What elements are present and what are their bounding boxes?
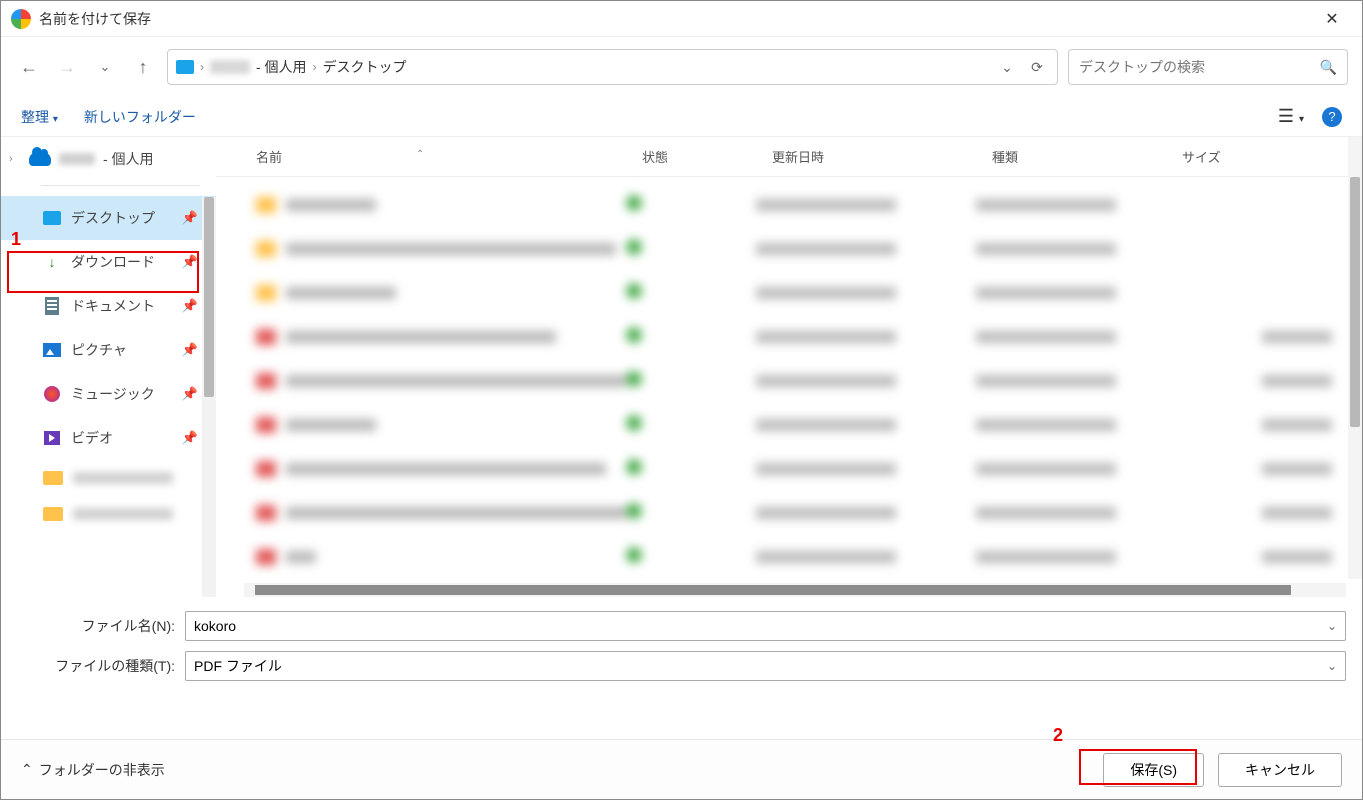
breadcrumb[interactable]: › - 個人用 › デスクトップ ⌄ ⟳ xyxy=(167,49,1058,85)
sidebar-label-videos: ビデオ xyxy=(71,428,113,448)
filetype-label: ファイルの種類(T): xyxy=(17,656,175,676)
horizontal-scrollbar[interactable] xyxy=(244,583,1346,597)
sidebar-label-pictures: ピクチャ xyxy=(71,340,127,360)
file-row[interactable] xyxy=(216,183,1362,227)
sort-icon: ⌃ xyxy=(416,149,424,160)
file-row[interactable] xyxy=(216,315,1362,359)
chevron-up-icon: ⌃ xyxy=(21,761,33,778)
sidebar-item-videos[interactable]: ビデオ 📌 xyxy=(1,416,216,460)
folder-icon xyxy=(43,471,63,485)
search-box[interactable]: 🔍 xyxy=(1068,49,1348,85)
picture-icon xyxy=(43,343,61,357)
pin-icon[interactable]: 📌 xyxy=(182,298,198,314)
close-button[interactable]: ✕ xyxy=(1312,9,1352,29)
file-row[interactable] xyxy=(216,403,1362,447)
sidebar-item-documents[interactable]: ドキュメント 📌 xyxy=(1,284,216,328)
toolbar: 整理 ▾ 新しいフォルダー ☰ ▾ ? xyxy=(1,97,1362,137)
folder-icon xyxy=(43,507,63,521)
organize-button[interactable]: 整理 ▾ xyxy=(21,107,58,127)
col-date[interactable]: 更新日時 xyxy=(756,147,976,166)
desktop-icon xyxy=(43,211,61,225)
music-icon xyxy=(44,386,60,402)
forward-button[interactable]: → xyxy=(53,53,81,81)
sidebar-item-downloads[interactable]: ↓ ダウンロード 📌 xyxy=(1,240,216,284)
pin-icon[interactable]: 📌 xyxy=(182,430,198,446)
file-row[interactable] xyxy=(216,271,1362,315)
chevron-right-icon[interactable]: › xyxy=(9,153,21,165)
sidebar-item-pictures[interactable]: ピクチャ 📌 xyxy=(1,328,216,372)
refresh-button[interactable]: ⟳ xyxy=(1025,59,1049,76)
breadcrumb-current[interactable]: デスクトップ xyxy=(323,57,407,77)
tree-personal[interactable]: › - 個人用 xyxy=(1,143,216,175)
save-button[interactable]: 保存(S) xyxy=(1103,753,1204,787)
col-name[interactable]: 名前⌃ xyxy=(216,147,626,166)
filename-label: ファイル名(N): xyxy=(17,616,175,636)
document-icon xyxy=(45,297,59,315)
tree-separator xyxy=(41,185,200,186)
view-button[interactable]: ☰ ▾ xyxy=(1278,106,1304,127)
file-list: 名前⌃ 状態 更新日時 種類 サイズ xyxy=(216,137,1362,597)
file-row[interactable] xyxy=(216,227,1362,271)
up-button[interactable]: ↑ xyxy=(129,53,157,81)
sidebar-item-blurred[interactable] xyxy=(1,496,216,532)
filetype-field[interactable]: PDF ファイル ⌄ xyxy=(185,651,1346,681)
filetype-dropdown-icon[interactable]: ⌄ xyxy=(1327,659,1337,673)
pin-icon[interactable]: 📌 xyxy=(182,386,198,402)
toggle-folders-button[interactable]: ⌃ フォルダーの非表示 xyxy=(21,760,165,780)
sidebar-item-blurred[interactable] xyxy=(1,460,216,496)
sidebar-item-desktop[interactable]: デスクトップ 📌 xyxy=(1,196,216,240)
search-icon: 🔍 xyxy=(1320,59,1337,76)
col-size[interactable]: サイズ xyxy=(1166,147,1362,166)
breadcrumb-sep: › xyxy=(200,60,204,74)
help-button[interactable]: ? xyxy=(1322,107,1342,127)
sidebar-label-downloads: ダウンロード xyxy=(71,252,155,272)
breadcrumb-sep: › xyxy=(313,60,317,74)
download-icon: ↓ xyxy=(43,253,61,271)
pin-icon[interactable]: 📌 xyxy=(182,254,198,270)
file-row[interactable] xyxy=(216,447,1362,491)
nav-tree: › - 個人用 デスクトップ 📌 ↓ ダウンロード 📌 ドキュメント 📌 xyxy=(1,137,216,597)
sidebar-item-music[interactable]: ミュージック 📌 xyxy=(1,372,216,416)
filename-input[interactable] xyxy=(194,618,1327,634)
body-split: › - 個人用 デスクトップ 📌 ↓ ダウンロード 📌 ドキュメント 📌 xyxy=(1,137,1362,597)
filename-field[interactable]: ⌄ xyxy=(185,611,1346,641)
tree-personal-suffix: - 個人用 xyxy=(103,149,154,169)
nav-row: ← → ⌄ ↑ › - 個人用 › デスクトップ ⌄ ⟳ 🔍 xyxy=(1,37,1362,97)
sidebar-label-documents: ドキュメント xyxy=(71,296,155,316)
location-icon xyxy=(176,60,194,74)
file-row[interactable] xyxy=(216,535,1362,579)
search-input[interactable] xyxy=(1079,59,1320,75)
new-folder-button[interactable]: 新しいフォルダー xyxy=(84,107,196,127)
history-dropdown[interactable]: ⌄ xyxy=(91,53,119,81)
pin-icon[interactable]: 📌 xyxy=(182,210,198,226)
back-button[interactable]: ← xyxy=(15,53,43,81)
file-row[interactable] xyxy=(216,359,1362,403)
footer: ⌃ フォルダーの非表示 保存(S) キャンセル xyxy=(1,739,1362,799)
sidebar-label-music: ミュージック xyxy=(71,384,155,404)
cancel-button[interactable]: キャンセル xyxy=(1218,753,1342,787)
file-rows-blurred xyxy=(216,177,1362,583)
app-icon xyxy=(11,9,31,29)
form-area: ファイル名(N): ⌄ ファイルの種類(T): PDF ファイル ⌄ xyxy=(1,597,1362,699)
vertical-scrollbar[interactable] xyxy=(1348,137,1362,579)
tree-scrollbar[interactable] xyxy=(202,197,216,597)
onedrive-icon xyxy=(29,152,51,166)
col-type[interactable]: 種類 xyxy=(976,147,1166,166)
window-title: 名前を付けて保存 xyxy=(39,9,1312,29)
tree-user-blurred xyxy=(59,153,95,165)
sidebar-label-desktop: デスクトップ xyxy=(71,208,155,228)
video-icon xyxy=(44,431,60,445)
column-headers: 名前⌃ 状態 更新日時 種類 サイズ xyxy=(216,137,1362,177)
breadcrumb-user-blurred xyxy=(210,60,250,74)
pin-icon[interactable]: 📌 xyxy=(182,342,198,358)
col-status[interactable]: 状態 xyxy=(626,147,756,166)
filename-dropdown-icon[interactable]: ⌄ xyxy=(1327,619,1337,633)
breadcrumb-personal[interactable]: - 個人用 xyxy=(256,57,307,77)
file-row[interactable] xyxy=(216,491,1362,535)
breadcrumb-dropdown-icon[interactable]: ⌄ xyxy=(995,59,1019,76)
title-bar: 名前を付けて保存 ✕ xyxy=(1,1,1362,37)
filetype-value: PDF ファイル xyxy=(194,656,1327,676)
